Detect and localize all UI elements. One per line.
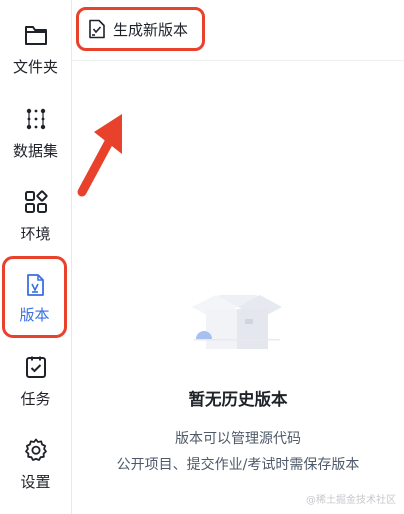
environment-icon <box>24 190 48 213</box>
folder-icon <box>24 26 47 45</box>
watermark: @稀土掘金技术社区 <box>306 495 396 506</box>
dataset-icon <box>26 108 45 130</box>
task-checklist-icon <box>25 356 46 378</box>
sidebar-item-version[interactable]: 版本 <box>2 256 67 338</box>
sidebar-item-settings[interactable]: 设置 <box>0 437 71 492</box>
toolbar: 生成新版本 <box>72 0 404 61</box>
sidebar-item-folder[interactable]: 文件夹 <box>0 22 71 77</box>
generate-new-version-label: 生成新版本 <box>113 20 189 39</box>
empty-box-illustration <box>192 295 282 349</box>
empty-state-description: 版本可以管理源代码 <box>175 431 301 447</box>
empty-state-title: 暂无历史版本 <box>188 390 288 409</box>
sidebar-item-label: 数据集 <box>12 142 58 160</box>
sidebar-item-label: 环境 <box>20 225 51 243</box>
new-version-icon <box>89 19 105 39</box>
version-file-icon <box>26 273 44 296</box>
gear-icon <box>24 438 47 461</box>
sidebar-item-environment[interactable]: 环境 <box>0 189 71 244</box>
sidebar-item-label: 文件夹 <box>12 58 58 76</box>
empty-state-description: 公开项目、提交作业/考试时需保存版本 <box>116 457 360 473</box>
sidebar-item-label: 设置 <box>20 473 51 491</box>
sidebar-item-task[interactable]: 任务 <box>0 354 71 409</box>
annotation-arrow-icon <box>77 114 122 197</box>
sidebar-item-label: 任务 <box>20 390 51 408</box>
sidebar-item-dataset[interactable]: 数据集 <box>0 106 71 161</box>
generate-new-version-button[interactable]: 生成新版本 <box>76 7 205 51</box>
sidebar: 文件夹 数据集 环境 版本 任务 设置 <box>0 0 72 514</box>
sidebar-item-label: 版本 <box>19 305 50 324</box>
